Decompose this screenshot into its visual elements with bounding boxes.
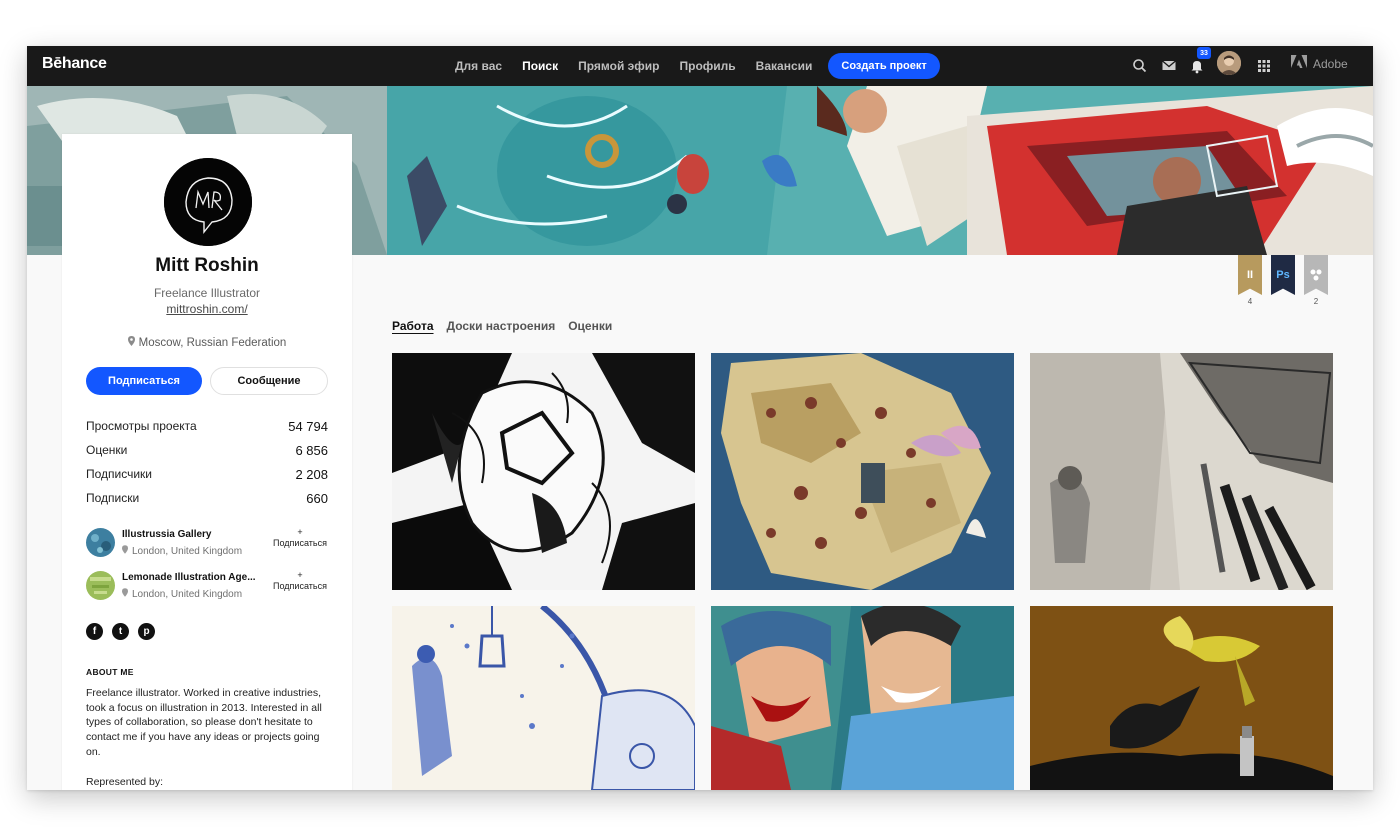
team-location: London, United Kingdom <box>122 545 242 557</box>
tumblr-icon[interactable]: t <box>112 623 129 640</box>
stat-row: Подписчики 2 208 <box>86 462 328 486</box>
nav-link-search[interactable]: Поиск <box>522 59 558 73</box>
apps-grid-icon[interactable] <box>1254 56 1274 76</box>
location-text: Moscow, Russian Federation <box>138 336 287 349</box>
tab-appreciations[interactable]: Оценки <box>568 319 612 333</box>
notification-count-badge: 33 <box>1197 47 1211 59</box>
stat-label: Оценки <box>86 443 128 457</box>
message-button[interactable]: Сообщение <box>210 367 328 395</box>
create-project-button[interactable]: Создать проект <box>828 53 940 79</box>
stat-label: Подписчики <box>86 467 153 481</box>
nav-link-live[interactable]: Прямой эфир <box>578 59 659 73</box>
badge-flag: Ps <box>1271 255 1295 295</box>
project-thumbnail[interactable] <box>711 353 1014 590</box>
stat-value: 54 794 <box>288 418 328 434</box>
nav-link-profile[interactable]: Профиль <box>680 59 736 73</box>
stat-value: 2 208 <box>295 466 328 482</box>
project-thumbnail[interactable] <box>392 353 695 590</box>
profile-website-link[interactable]: mittroshin.com/ <box>62 302 352 316</box>
tab-moodboards[interactable]: Доски настроения <box>447 319 556 333</box>
social-links: f t p <box>86 623 164 640</box>
nav-link-for-you[interactable]: Для вас <box>455 59 502 73</box>
adobe-link[interactable]: Adobe <box>1291 55 1348 72</box>
team-follow-button[interactable]: + Подписаться <box>270 570 330 592</box>
nav-link-jobs[interactable]: Вакансии <box>756 59 813 73</box>
mail-icon[interactable] <box>1159 56 1179 76</box>
badge-count: 2 <box>1313 297 1319 306</box>
team-name[interactable]: Illustrussia Gallery <box>122 529 212 540</box>
stat-row: Подписки 660 <box>86 486 328 510</box>
team-avatar[interactable] <box>86 571 115 600</box>
team-follow-label: Подписаться <box>273 538 327 548</box>
profile-card: Mitt Roshin Freelance Illustrator mittro… <box>62 134 352 790</box>
behance-reviewed-badge-icon[interactable]: 2 <box>1304 255 1328 306</box>
stat-value: 660 <box>306 490 328 506</box>
search-icon[interactable] <box>1130 56 1150 76</box>
team-location: London, United Kingdom <box>122 588 242 600</box>
nav-links: Для вас Поиск Прямой эфир Профиль Ваканс… <box>455 46 940 86</box>
profile-stats: Просмотры проекта 54 794 Оценки 6 856 По… <box>86 414 328 510</box>
facebook-icon[interactable]: f <box>86 623 103 640</box>
adobe-label: Adobe <box>1313 56 1348 71</box>
team-location-text: London, United Kingdom <box>132 545 243 557</box>
profile-tabs: Работа Доски настроения Оценки <box>392 319 625 333</box>
team-location-text: London, United Kingdom <box>132 588 243 600</box>
pinterest-icon[interactable]: p <box>138 623 155 640</box>
project-thumbnail[interactable] <box>1030 353 1333 590</box>
bell-icon[interactable] <box>1187 56 1207 76</box>
top-nav: Bēhance Для вас Поиск Прямой эфир Профил… <box>27 46 1373 86</box>
stat-row: Оценки 6 856 <box>86 438 328 462</box>
team-avatar[interactable] <box>86 528 115 557</box>
photoshop-badge-icon[interactable]: Ps <box>1271 255 1295 297</box>
tab-work[interactable]: Работа <box>392 319 434 333</box>
browser-window: Bēhance Для вас Поиск Прямой эфир Профил… <box>27 46 1373 790</box>
location-pin-icon <box>122 588 128 600</box>
behance-logo[interactable]: Bēhance <box>42 55 107 73</box>
badge-flag <box>1304 255 1328 295</box>
badge-count: 4 <box>1247 297 1253 306</box>
team-name[interactable]: Lemonade Illustration Age... <box>122 572 256 583</box>
project-thumbnail[interactable] <box>711 606 1014 790</box>
stat-label: Подписки <box>86 491 140 505</box>
about-me-text: Freelance illustrator. Worked in creativ… <box>86 687 322 758</box>
profile-location: Moscow, Russian Federation <box>62 336 352 349</box>
project-thumbnail[interactable] <box>392 606 695 790</box>
plus-icon: + <box>297 527 303 537</box>
about-me-heading: ABOUT ME <box>86 667 134 677</box>
badge-flag: II <box>1238 255 1262 295</box>
illustrator-badge-icon[interactable]: II 4 <box>1238 255 1262 306</box>
user-avatar[interactable] <box>1217 51 1241 75</box>
location-pin-icon <box>122 545 128 557</box>
project-thumbnail[interactable] <box>1030 606 1333 790</box>
plus-icon: + <box>297 570 303 580</box>
adobe-logo-icon <box>1291 55 1307 72</box>
represented-by-label: Represented by: <box>86 776 164 788</box>
team-follow-button[interactable]: + Подписаться <box>270 527 330 549</box>
team-item[interactable]: Illustrussia Gallery London, United King… <box>86 527 330 563</box>
profile-occupation: Freelance Illustrator <box>153 286 261 300</box>
profile-avatar <box>164 158 252 246</box>
location-pin-icon <box>127 336 135 349</box>
stat-label: Просмотры проекта <box>86 419 197 433</box>
profile-name: Mitt Roshin <box>155 255 259 276</box>
stat-value: 6 856 <box>295 442 328 458</box>
follow-button[interactable]: Подписаться <box>86 367 202 395</box>
team-follow-label: Подписаться <box>273 581 327 591</box>
team-item[interactable]: Lemonade Illustration Age... London, Uni… <box>86 570 330 606</box>
stat-row: Просмотры проекта 54 794 <box>86 414 328 438</box>
